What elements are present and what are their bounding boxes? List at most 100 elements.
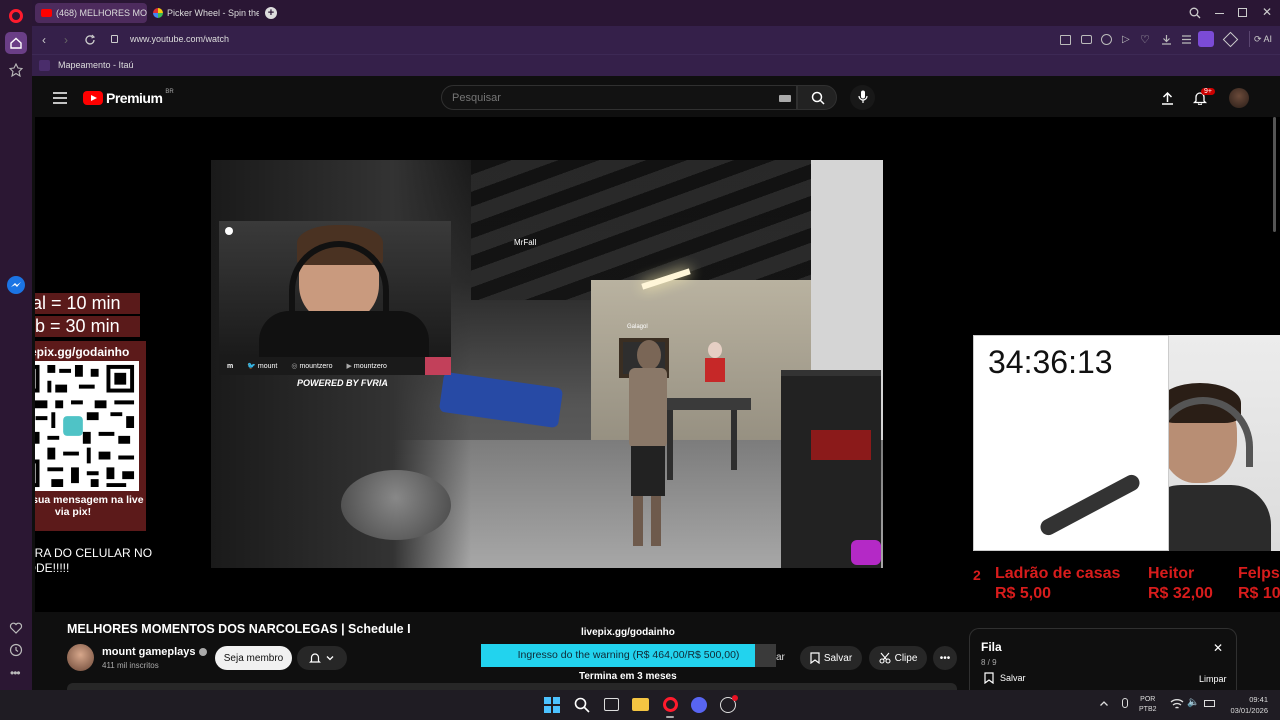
- pot: [341, 470, 451, 540]
- extensions-icon[interactable]: [1222, 31, 1239, 48]
- menu-icon[interactable]: [53, 92, 67, 104]
- shelf: [781, 370, 881, 568]
- history-icon[interactable]: [9, 643, 23, 657]
- bookmark-favicon-icon: [39, 60, 50, 71]
- microphone-tray-icon[interactable]: [1122, 698, 1128, 708]
- instagram-handle: ◎ mountzero: [291, 363, 333, 370]
- clock[interactable]: 09:41 03/01/2026: [1224, 694, 1268, 716]
- vpn-icon[interactable]: [1101, 34, 1112, 45]
- heart-outline-icon[interactable]: ♡: [1140, 33, 1150, 46]
- npc-name-mrfall: MrFall: [514, 238, 537, 247]
- subscriber-count: 411 mil inscritos: [102, 661, 159, 670]
- pin-icon[interactable]: [9, 63, 23, 77]
- home-icon[interactable]: [5, 32, 27, 54]
- easy-setup-icon[interactable]: [1181, 34, 1192, 45]
- avatar[interactable]: [1229, 88, 1249, 108]
- save-button[interactable]: Salvar: [800, 646, 862, 670]
- bookmark-icon: [984, 672, 994, 684]
- page-scrollbar[interactable]: [1273, 117, 1276, 232]
- snapshot-icon[interactable]: [1060, 35, 1071, 45]
- opera-taskbar-icon[interactable]: [663, 697, 678, 712]
- join-button[interactable]: Seja membro: [215, 646, 292, 670]
- clip-button[interactable]: Clipe: [869, 646, 927, 670]
- camera-icon[interactable]: [1081, 35, 1092, 44]
- discord-icon[interactable]: [691, 697, 707, 713]
- messenger-icon[interactable]: [7, 276, 25, 294]
- npc-red: [703, 342, 727, 402]
- camera-note: CAMERA DO CELULAR NO QRCODE!!!!!: [35, 546, 153, 575]
- lock-icon: [111, 35, 118, 43]
- bell-icon: [309, 653, 321, 663]
- close-window-icon[interactable]: ✕: [1262, 5, 1272, 19]
- new-tab-icon[interactable]: +: [265, 7, 277, 19]
- opera-logo-icon[interactable]: [9, 9, 23, 23]
- ticker-item: Heitor R$ 32,00: [1148, 565, 1213, 602]
- search-input[interactable]: [452, 90, 752, 106]
- queue-save-button[interactable]: Salvar: [984, 672, 1026, 684]
- taskbar-active-indicator: [666, 716, 674, 718]
- tab-search-icon[interactable]: [1189, 7, 1201, 19]
- social-bar-accent: [425, 357, 451, 375]
- youtube-play-icon: [83, 91, 103, 105]
- queue-clear-button[interactable]: Limpar: [1199, 674, 1227, 684]
- qr-code[interactable]: [35, 361, 139, 491]
- tab-label: Picker Wheel - Spin the W: [167, 8, 259, 18]
- address-bar-row: ‹ › www.youtube.com/watch ▷ ♡ ⟳ AI: [32, 26, 1280, 54]
- battery-icon[interactable]: [1204, 700, 1215, 707]
- tab-picker-wheel[interactable]: Picker Wheel - Spin the W: [147, 3, 259, 23]
- chevron-up-icon[interactable]: [1099, 699, 1109, 709]
- aria-ai-button[interactable]: ⟳ AI: [1249, 31, 1276, 47]
- tab-strip: (468) MELHORES MOM Picker Wheel - Spin t…: [32, 0, 1280, 26]
- more-icon[interactable]: •••: [10, 666, 21, 680]
- volume-icon[interactable]: 🔈: [1187, 697, 1199, 708]
- minimize-icon[interactable]: [1215, 13, 1224, 14]
- upload-icon[interactable]: [1161, 91, 1174, 105]
- reload-icon[interactable]: [84, 34, 96, 46]
- task-view-icon[interactable]: [604, 698, 619, 711]
- maximize-icon[interactable]: [1238, 8, 1247, 17]
- url-field[interactable]: www.youtube.com/watch: [130, 34, 229, 44]
- heart-icon[interactable]: [9, 621, 23, 635]
- language-indicator[interactable]: POR PTB2: [1139, 695, 1157, 715]
- back-icon[interactable]: ‹: [42, 33, 46, 47]
- microphone-icon: [857, 90, 868, 103]
- goal-text: Ingresso do the warning (R$ 464,00/R$ 50…: [517, 649, 740, 661]
- bookmark-icon: [810, 652, 820, 664]
- bookmark-itau[interactable]: Mapeamento - Itaú: [58, 60, 134, 70]
- forward-icon[interactable]: ›: [64, 33, 68, 47]
- file-explorer-icon[interactable]: [632, 698, 649, 711]
- search-icon[interactable]: [574, 697, 590, 713]
- powered-by-label: POWERED BY FVRIA: [297, 378, 388, 388]
- profile-icon[interactable]: [1198, 31, 1214, 47]
- secondary-webcam: [1169, 335, 1280, 551]
- scissors-icon: [879, 652, 891, 664]
- video-player[interactable]: MrFall Galagol m 🐦 mount ◎ mountzero ▶ m…: [35, 117, 1280, 612]
- youtube-handle: ▶ mountzero: [346, 363, 387, 370]
- tab-youtube[interactable]: (468) MELHORES MOM: [35, 3, 147, 23]
- description-box[interactable]: [67, 683, 957, 690]
- youtube-page: Premium BR 9+: [35, 77, 1280, 690]
- close-queue-icon[interactable]: ✕: [1213, 641, 1223, 655]
- player-character: [623, 340, 673, 550]
- search-button[interactable]: [797, 85, 837, 110]
- more-actions-button[interactable]: •••: [933, 646, 957, 670]
- keyboard-icon[interactable]: [779, 95, 791, 102]
- queue-count: 8 / 9: [981, 658, 997, 667]
- windows-start-icon[interactable]: [544, 697, 560, 713]
- subscribe-bell-button[interactable]: [297, 646, 347, 670]
- play-icon[interactable]: ▷: [1122, 34, 1130, 45]
- channel-avatar[interactable]: [67, 644, 94, 671]
- voice-search-button[interactable]: [850, 85, 875, 110]
- more-icon: •••: [939, 652, 951, 664]
- channel-name[interactable]: mount gameplays: [102, 646, 207, 658]
- search-icon: [811, 91, 825, 105]
- search-box[interactable]: [441, 85, 797, 110]
- ticker-item: Ladrão de casas R$ 5,00: [995, 565, 1121, 602]
- partial-button-label[interactable]: ar: [776, 652, 785, 663]
- wifi-icon[interactable]: [1170, 698, 1184, 710]
- download-icon[interactable]: [1161, 34, 1172, 45]
- ticker-item: Felps R$ 10: [1238, 565, 1280, 602]
- webcam-social-bar: m 🐦 mount ◎ mountzero ▶ mountzero: [219, 357, 451, 375]
- youtube-favicon-icon: [41, 9, 52, 17]
- youtube-logo[interactable]: Premium BR: [83, 89, 174, 107]
